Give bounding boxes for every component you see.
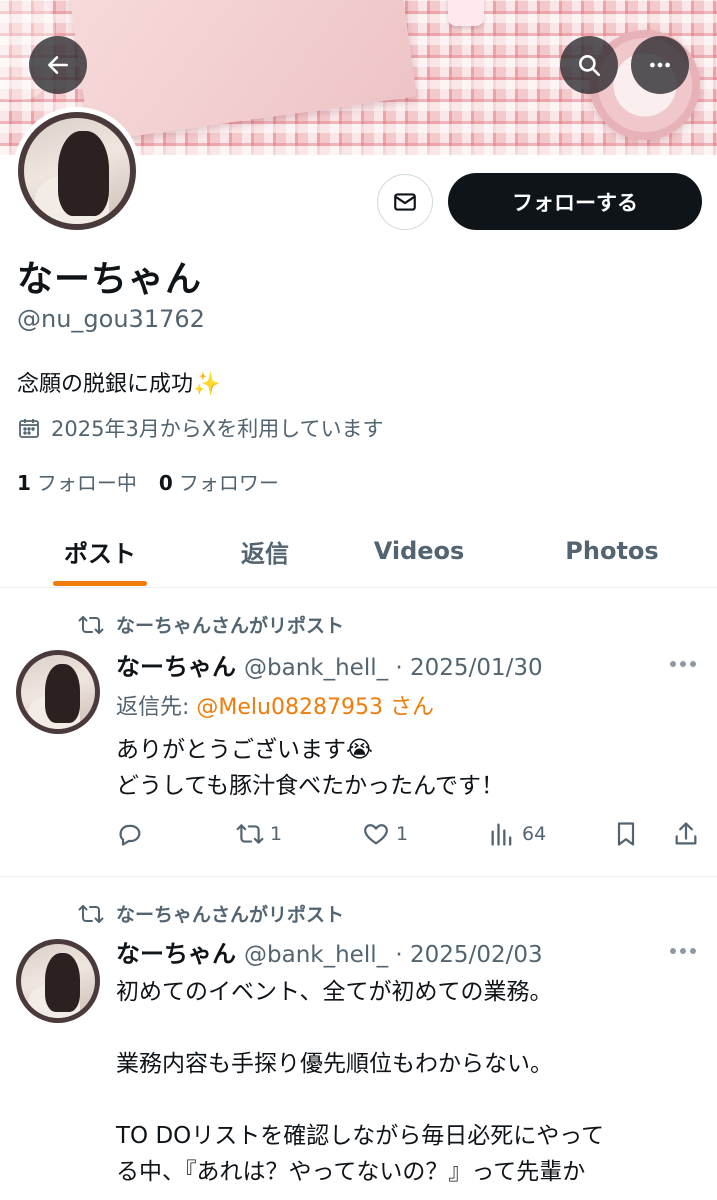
bookmark-button[interactable] [612,820,640,848]
post-meta: @bank_hell_ · 2025/01/30 [244,655,543,681]
post-item[interactable]: なーちゃんさんがリポスト なーちゃん @bank_hell_ · 2025/02… [0,878,717,1200]
post-avatar[interactable] [16,650,100,734]
repost-indicator: なーちゃんさんがリポスト [78,611,344,638]
tab-posts[interactable]: ポスト [40,515,160,587]
repost-indicator: なーちゃんさんがリポスト [78,900,344,927]
post-header: なーちゃん @bank_hell_ · 2025/02/03 [116,934,543,969]
share-icon [675,822,697,845]
tab-replies[interactable]: 返信 [205,515,325,587]
follow-button[interactable]: フォローする [448,173,702,230]
mail-icon [394,193,416,211]
post-avatar[interactable] [16,939,100,1023]
repost-icon [78,615,104,634]
followers-link[interactable]: 0 フォロワー [159,467,279,496]
like-button[interactable]: 1 [362,820,408,848]
tab-videos[interactable]: Videos [358,515,480,587]
post-actions: 1 1 64 [116,820,701,852]
banner-bottle [448,0,484,26]
repost-button[interactable]: 1 [236,820,282,848]
reply-mention-link[interactable]: @Melu08287953 さん [196,695,434,720]
reply-icon [119,824,141,846]
views-button[interactable]: 64 [488,820,546,848]
post-header: なーちゃん @bank_hell_ · 2025/01/30 [116,647,543,682]
views-icon [491,823,512,846]
post-meta: @bank_hell_ · 2025/02/03 [244,942,543,968]
post-author-name[interactable]: なーちゃん [116,934,236,969]
profile-bio: 念願の脱銀に成功✨ [17,372,221,397]
display-name: なーちゃん [17,259,203,300]
repost-icon [78,904,104,923]
post-item[interactable]: なーちゃんさんがリポスト なーちゃん @bank_hell_ · 2025/01… [0,589,717,877]
tab-active-indicator [53,581,147,586]
post-author-name[interactable]: なーちゃん [116,647,236,682]
calendar-icon [19,419,39,438]
repost-icon [236,824,264,844]
profile-tabs: ポスト 返信 Videos Photos [0,515,717,588]
tab-photos[interactable]: Photos [550,515,674,587]
heart-icon [364,824,388,845]
profile-avatar[interactable] [13,107,141,235]
search-button[interactable] [560,36,618,94]
back-button[interactable] [29,36,87,94]
joined-date: 2025年3月からXを利用しています [17,413,384,443]
follow-stats: 1 フォロー中 0 フォロワー [17,467,279,496]
post-text: 初めてのイベント、全てが初めての業務。 業務内容も手探り優先順位もわからない。 … [116,979,605,1185]
joined-label: 2025年3月からXを利用しています [51,417,384,441]
bookmark-icon [617,822,635,846]
post-text: ありがとうございます😭 どうしても豚汁食べたかったんです！ [116,737,505,799]
more-horizontal-icon [650,62,670,68]
post-more-button[interactable] [670,946,700,956]
reply-to: 返信先: @Melu08287953 さん [116,695,434,720]
message-button[interactable] [377,174,433,230]
post-more-button[interactable] [670,659,700,669]
more-button[interactable] [631,36,689,94]
like-count: 1 [396,823,409,845]
following-link[interactable]: 1 フォロー中 [17,467,137,496]
views-count: 64 [522,823,547,845]
arrow-left-icon [48,56,68,74]
repost-count: 1 [270,823,283,845]
profile-handle: @nu_gou31762 [17,305,205,333]
reply-button[interactable] [116,820,144,848]
banner-product-box [69,0,417,143]
share-button[interactable] [672,820,700,848]
search-icon [579,55,601,77]
